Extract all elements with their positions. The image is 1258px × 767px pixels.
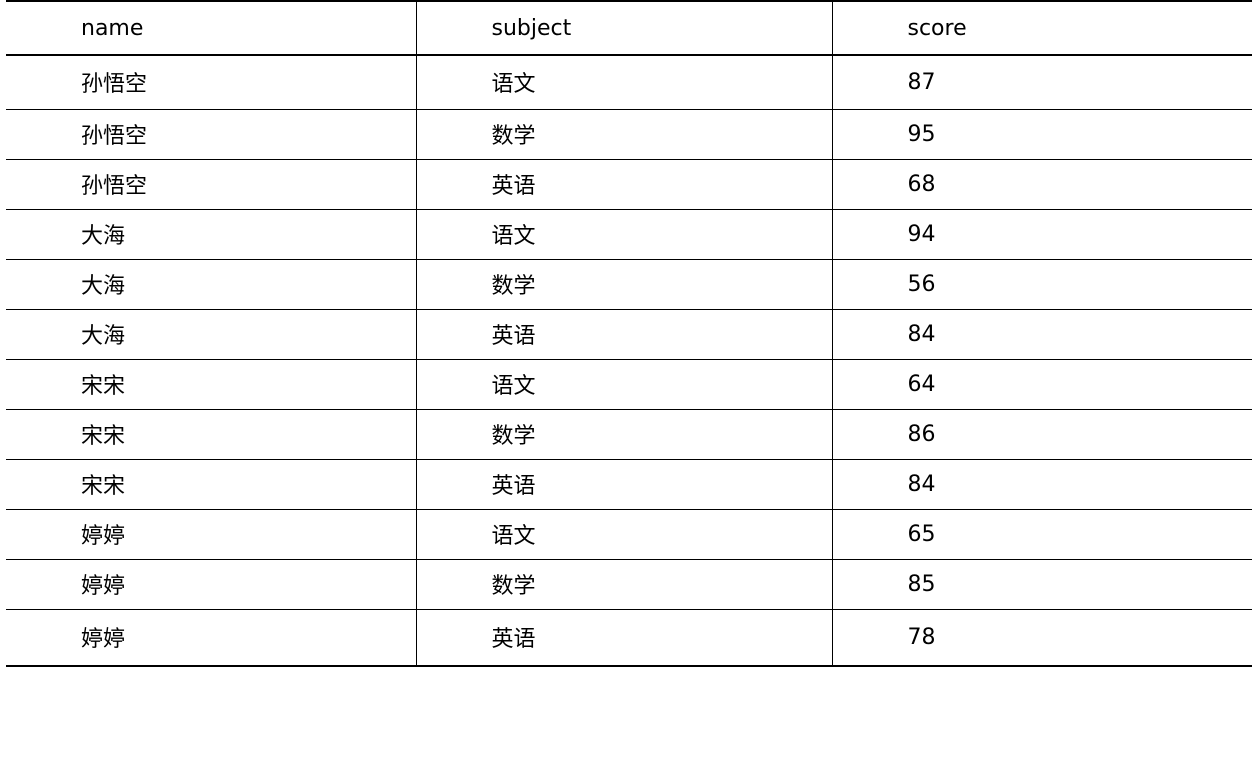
name-cell: 大海 — [6, 208, 416, 260]
score-cell: 64 — [831, 358, 1252, 410]
table-row: 大海 英语 84 — [6, 308, 1252, 360]
subject-cell: 数学 — [415, 108, 832, 160]
name-cell: 孙悟空 — [6, 108, 416, 160]
score-cell: 85 — [831, 558, 1252, 610]
score-table-container: name subject score 孙悟空 语文 87 孙悟空 数学 95 孙… — [6, 0, 1252, 667]
subject-cell: 数学 — [415, 258, 832, 310]
score-cell: 78 — [831, 608, 1252, 667]
table-row: 大海 数学 56 — [6, 258, 1252, 310]
table-row: 宋宋 语文 64 — [6, 358, 1252, 410]
table-row: 孙悟空 英语 68 — [6, 158, 1252, 210]
name-cell: 宋宋 — [6, 358, 416, 410]
score-cell: 94 — [831, 208, 1252, 260]
column-header-name: name — [6, 0, 416, 56]
score-cell: 86 — [831, 408, 1252, 460]
table-row: 大海 语文 94 — [6, 208, 1252, 260]
name-cell: 宋宋 — [6, 408, 416, 460]
subject-cell: 英语 — [415, 308, 832, 360]
subject-cell: 语文 — [415, 358, 832, 410]
subject-cell: 语文 — [415, 54, 832, 110]
score-cell: 65 — [831, 508, 1252, 560]
name-cell: 婷婷 — [6, 558, 416, 610]
table-row: 孙悟空 数学 95 — [6, 108, 1252, 160]
subject-cell: 数学 — [415, 558, 832, 610]
subject-cell: 英语 — [415, 458, 832, 510]
subject-cell: 语文 — [415, 508, 832, 560]
name-cell: 婷婷 — [6, 608, 416, 667]
score-cell: 56 — [831, 258, 1252, 310]
column-header-subject: subject — [415, 0, 832, 56]
table-row: 婷婷 数学 85 — [6, 558, 1252, 610]
name-cell: 孙悟空 — [6, 54, 416, 110]
subject-cell: 英语 — [415, 608, 832, 667]
score-cell: 84 — [831, 458, 1252, 510]
column-header-score: score — [831, 0, 1252, 56]
score-cell: 95 — [831, 108, 1252, 160]
name-cell: 孙悟空 — [6, 158, 416, 210]
table-row: 婷婷 英语 78 — [6, 608, 1252, 667]
table-row: 婷婷 语文 65 — [6, 508, 1252, 560]
subject-cell: 语文 — [415, 208, 832, 260]
name-cell: 大海 — [6, 308, 416, 360]
table-row: 宋宋 数学 86 — [6, 408, 1252, 460]
name-cell: 婷婷 — [6, 508, 416, 560]
score-cell: 87 — [831, 54, 1252, 110]
name-cell: 宋宋 — [6, 458, 416, 510]
score-table: name subject score 孙悟空 语文 87 孙悟空 数学 95 孙… — [6, 0, 1252, 667]
table-row: 孙悟空 语文 87 — [6, 54, 1252, 110]
score-cell: 68 — [831, 158, 1252, 210]
subject-cell: 数学 — [415, 408, 832, 460]
score-cell: 84 — [831, 308, 1252, 360]
table-header-row: name subject score — [6, 0, 1252, 56]
name-cell: 大海 — [6, 258, 416, 310]
table-row: 宋宋 英语 84 — [6, 458, 1252, 510]
subject-cell: 英语 — [415, 158, 832, 210]
